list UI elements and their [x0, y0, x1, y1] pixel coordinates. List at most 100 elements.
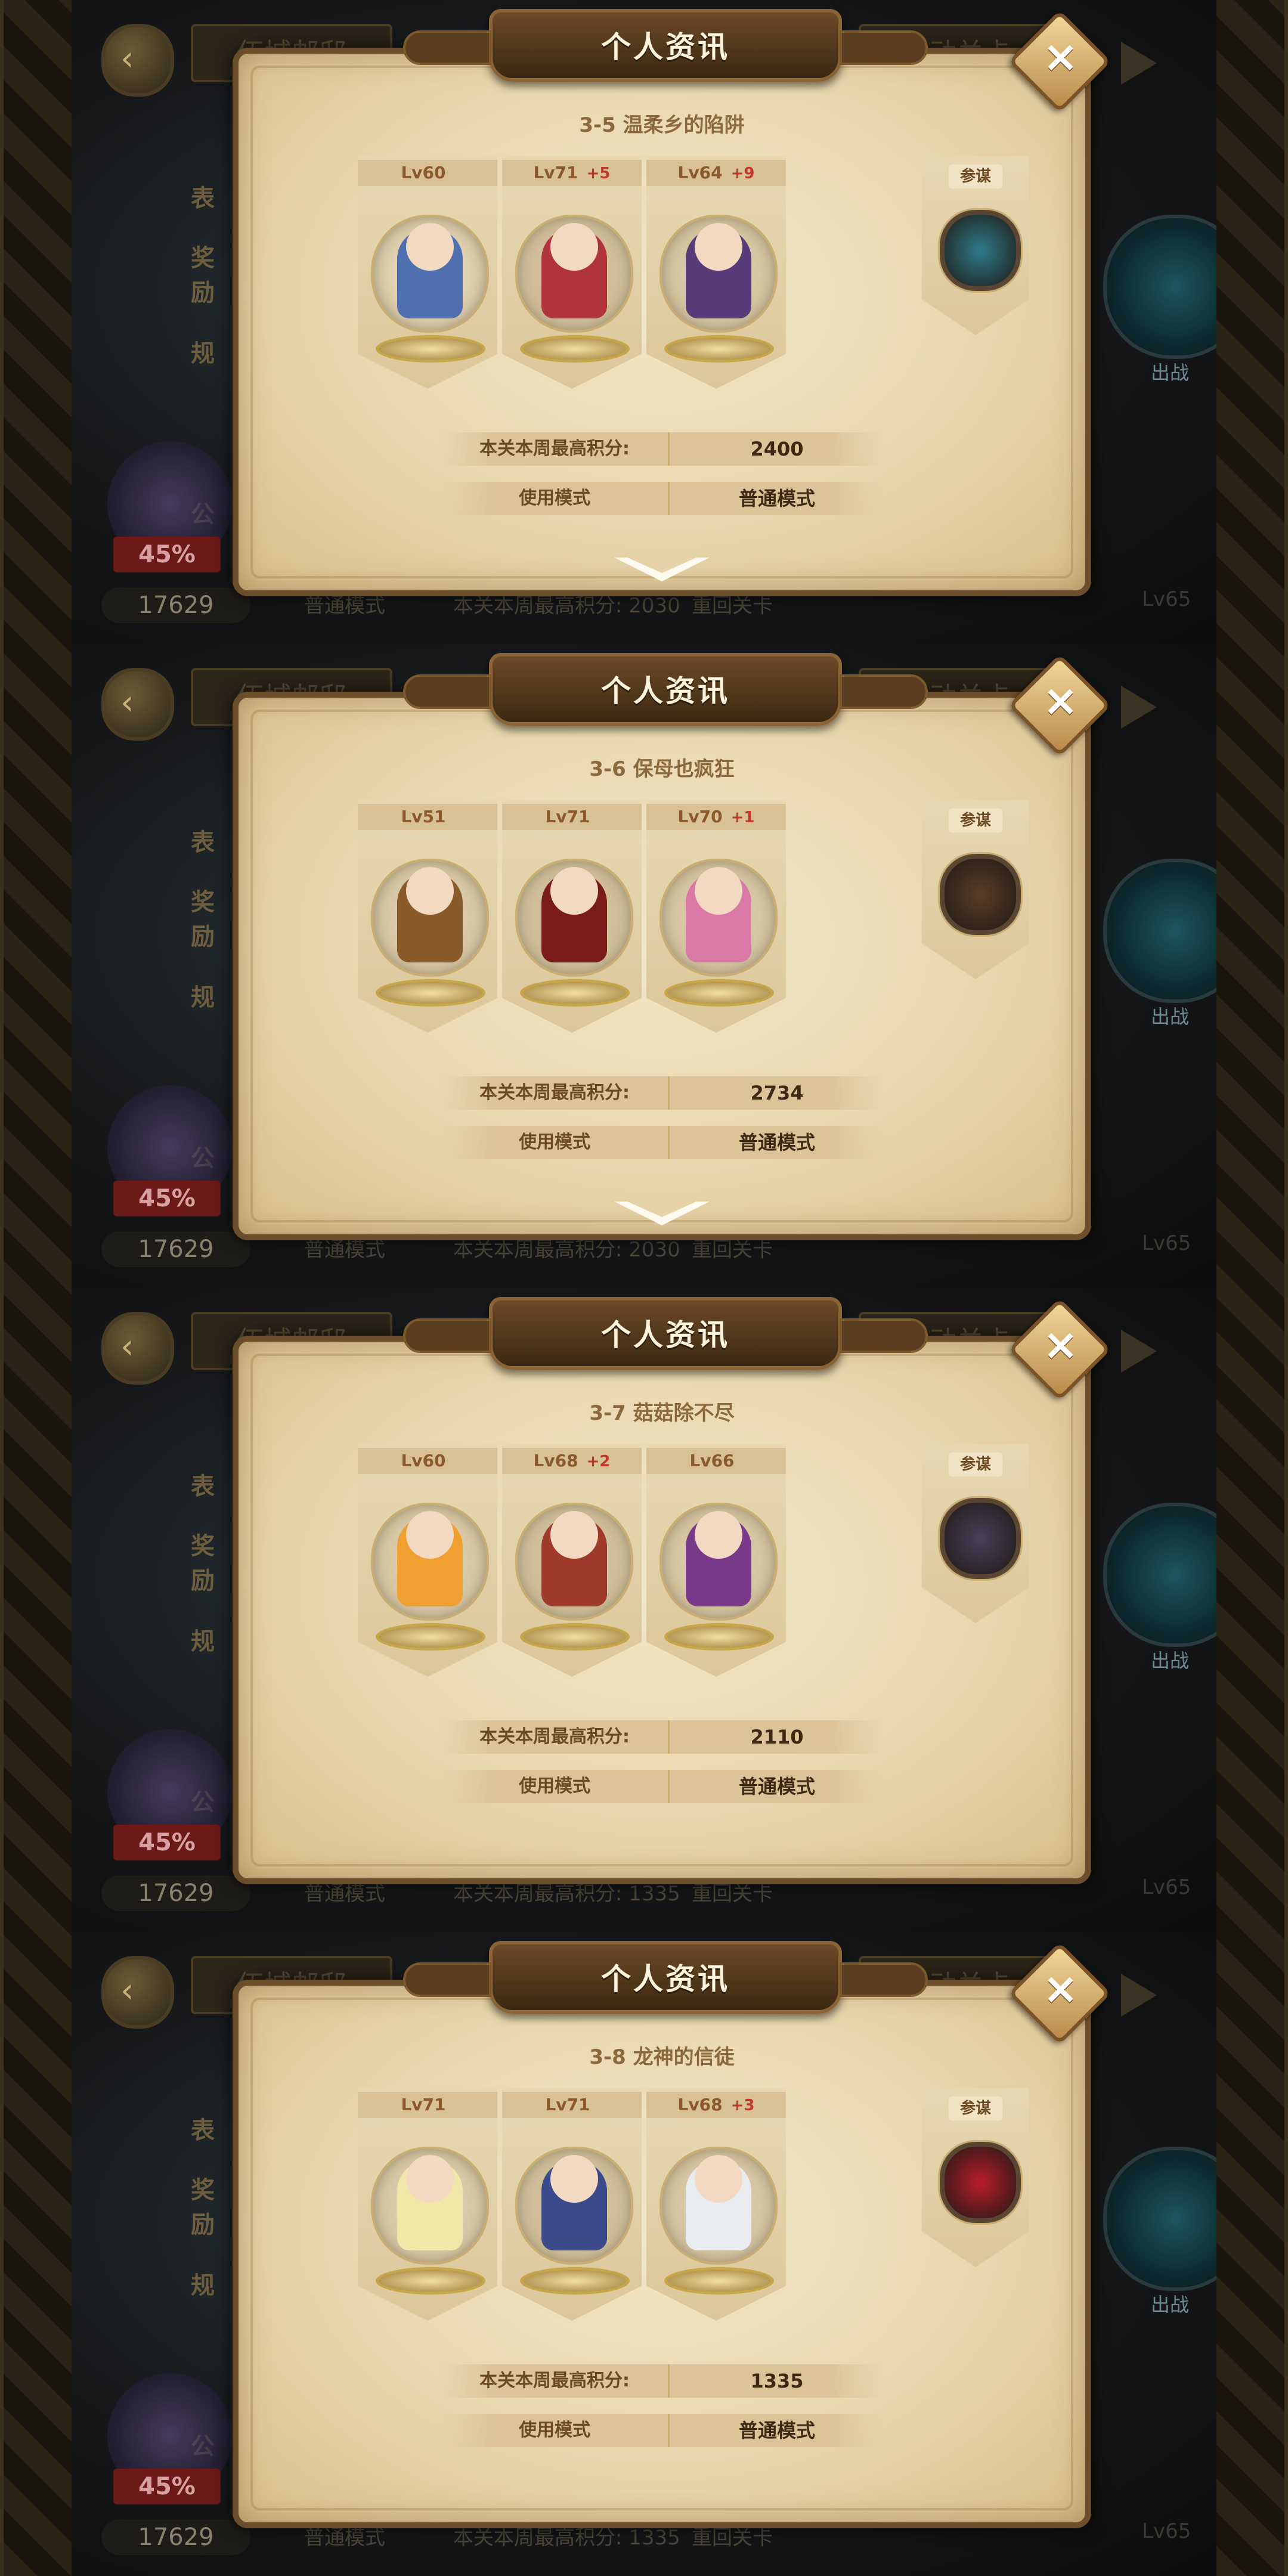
hero-pedestal-ring — [520, 2267, 630, 2295]
hero-level: Lv68 +2 — [502, 1448, 642, 1474]
hero-slot[interactable]: Lv68 +2 — [502, 1444, 642, 1677]
hero-pedestal-ring — [376, 2267, 485, 2295]
percent-badge: 45% — [113, 537, 221, 572]
mode-row: 使用模式 普通模式 — [441, 2414, 883, 2447]
scroll-down-icon[interactable] — [614, 558, 710, 587]
stage-name: 3-5 温柔乡的陷阱 — [579, 113, 745, 137]
hero-level-text: Lv71 — [401, 2095, 446, 2114]
mode-row: 使用模式 普通模式 — [441, 1770, 883, 1803]
sortie-orb-icon[interactable] — [1103, 859, 1216, 1003]
hero-slot[interactable]: Lv68 +3 — [646, 2088, 786, 2321]
helper-slot[interactable]: 参谋 — [922, 156, 1029, 335]
mode-label: 使用模式 — [519, 488, 590, 509]
best-score-value: 1335 — [668, 2364, 884, 2398]
hero-level-text: Lv68 — [533, 1451, 578, 1470]
scroll-down-icon[interactable] — [614, 1202, 710, 1231]
title-banner: 个人资讯 — [403, 9, 928, 82]
helper-avatar — [940, 210, 1021, 291]
personal-info-dialog: 个人资讯 × 3-7 菇菇除不尽 Lv60 Lv68 +2 Lv66 参谋 本关本周最… — [233, 1297, 1111, 1884]
bg-level-hint: Lv65 — [1142, 1231, 1191, 1255]
hero-slot[interactable]: Lv71 — [502, 800, 642, 1033]
hero-portrait — [515, 1503, 633, 1621]
hero-pedestal-ring — [664, 1623, 774, 1651]
stage-name: 3-7 菇菇除不尽 — [589, 1401, 735, 1425]
hero-slot[interactable]: Lv60 — [358, 156, 497, 389]
bg-level-hint: Lv65 — [1142, 1875, 1191, 1899]
next-arrow-icon[interactable] — [1121, 1974, 1157, 2017]
hero-pedestal-ring — [520, 1623, 630, 1651]
helper-slot[interactable]: 参谋 — [922, 2088, 1029, 2267]
hero-level-bonus: +9 — [730, 165, 755, 182]
back-button[interactable]: ‹ — [101, 668, 174, 741]
best-score-value: 2400 — [668, 432, 884, 466]
hero-level-text: Lv71 — [545, 807, 590, 826]
hero-level: Lv71 — [502, 2092, 642, 2118]
personal-info-dialog: 个人资讯 × 3-6 保母也疯狂 Lv51 Lv71 Lv70 +1 参谋 本关本周最… — [233, 653, 1111, 1240]
hero-slot[interactable]: Lv71 — [502, 2088, 642, 2321]
hero-head — [695, 2155, 742, 2203]
hero-pedestal-ring — [520, 979, 630, 1007]
hero-head — [695, 867, 742, 915]
next-arrow-icon[interactable] — [1121, 686, 1157, 729]
hero-head — [406, 1511, 454, 1559]
back-icon: ‹ — [120, 39, 134, 78]
next-arrow-icon[interactable] — [1121, 42, 1157, 85]
percent-badge: 45% — [113, 1181, 221, 1216]
helper-slot[interactable]: 参谋 — [922, 1444, 1029, 1623]
hero-slot[interactable]: Lv60 — [358, 1444, 497, 1677]
best-score-value: 2110 — [668, 1720, 884, 1754]
side-item: 奖励 — [191, 2176, 215, 2238]
next-arrow-icon[interactable] — [1121, 1330, 1157, 1373]
close-icon: × — [1042, 1963, 1079, 2014]
dialog-title: 个人资讯 — [601, 30, 730, 64]
player-score: 17629 — [101, 1231, 250, 1267]
hero-pedestal-ring — [376, 335, 485, 363]
hero-level-text: Lv66 — [689, 1451, 735, 1470]
sortie-label: 出战 — [1151, 1649, 1190, 1672]
hero-level-text: Lv60 — [401, 163, 446, 182]
best-score-row: 本关本周最高积分: 2400 — [441, 432, 883, 466]
hero-level-bonus: +5 — [586, 165, 611, 182]
stage-name: 3-8 龙神的信徒 — [589, 2045, 735, 2069]
hero-slot[interactable]: Lv66 — [646, 1444, 786, 1677]
hero-level: Lv70 +1 — [646, 804, 786, 830]
hero-head — [695, 223, 742, 271]
right-border-pattern — [1209, 0, 1288, 2576]
mode-value: 普通模式 — [668, 1126, 884, 1159]
hero-portrait — [660, 1503, 778, 1621]
helper-label: 参谋 — [949, 2097, 1002, 2120]
mode-row: 使用模式 普通模式 — [441, 1126, 883, 1159]
hero-portrait — [371, 859, 489, 977]
side-item: 奖励 — [191, 888, 215, 950]
mode-value: 普通模式 — [668, 482, 884, 515]
bg-level-hint: Lv65 — [1142, 587, 1191, 611]
sortie-orb-icon[interactable] — [1103, 2147, 1216, 2291]
helper-slot[interactable]: 参谋 — [922, 800, 1029, 979]
hero-slot[interactable]: Lv64 +9 — [646, 156, 786, 389]
sortie-orb-icon[interactable] — [1103, 215, 1216, 359]
mode-value: 普通模式 — [668, 1770, 884, 1803]
hero-level-text: Lv68 — [677, 2095, 723, 2114]
hero-level: Lv64 +9 — [646, 160, 786, 186]
side-item: 规 — [191, 340, 215, 367]
hero-slot[interactable]: Lv71 +5 — [502, 156, 642, 389]
side-item: 表 — [191, 1473, 215, 1500]
hero-head — [550, 867, 598, 915]
hero-level-text: Lv64 — [677, 163, 723, 182]
hero-head — [550, 2155, 598, 2203]
screen-panel: ‹ 伍城邮邸 活动关卡 表 奖励 规 公 45% 17629 普通模式 本关本周… — [72, 0, 1216, 644]
hero-slot[interactable]: Lv71 — [358, 2088, 497, 2321]
back-button[interactable]: ‹ — [101, 1312, 174, 1385]
player-score: 17629 — [101, 587, 250, 623]
close-icon: × — [1042, 31, 1079, 82]
screen-panel: ‹ 伍城邮邸 活动关卡 表 奖励 规 公 45% 17629 普通模式 本关本周… — [72, 1288, 1216, 1932]
hero-level-text: Lv51 — [401, 807, 446, 826]
hero-slot[interactable]: Lv70 +1 — [646, 800, 786, 1033]
back-button[interactable]: ‹ — [101, 1956, 174, 2029]
sortie-orb-icon[interactable] — [1103, 1503, 1216, 1647]
helper-label: 参谋 — [949, 1453, 1002, 1476]
hero-pedestal-ring — [664, 335, 774, 363]
back-button[interactable]: ‹ — [101, 24, 174, 97]
player-score: 17629 — [101, 2519, 250, 2555]
hero-slot[interactable]: Lv51 — [358, 800, 497, 1033]
